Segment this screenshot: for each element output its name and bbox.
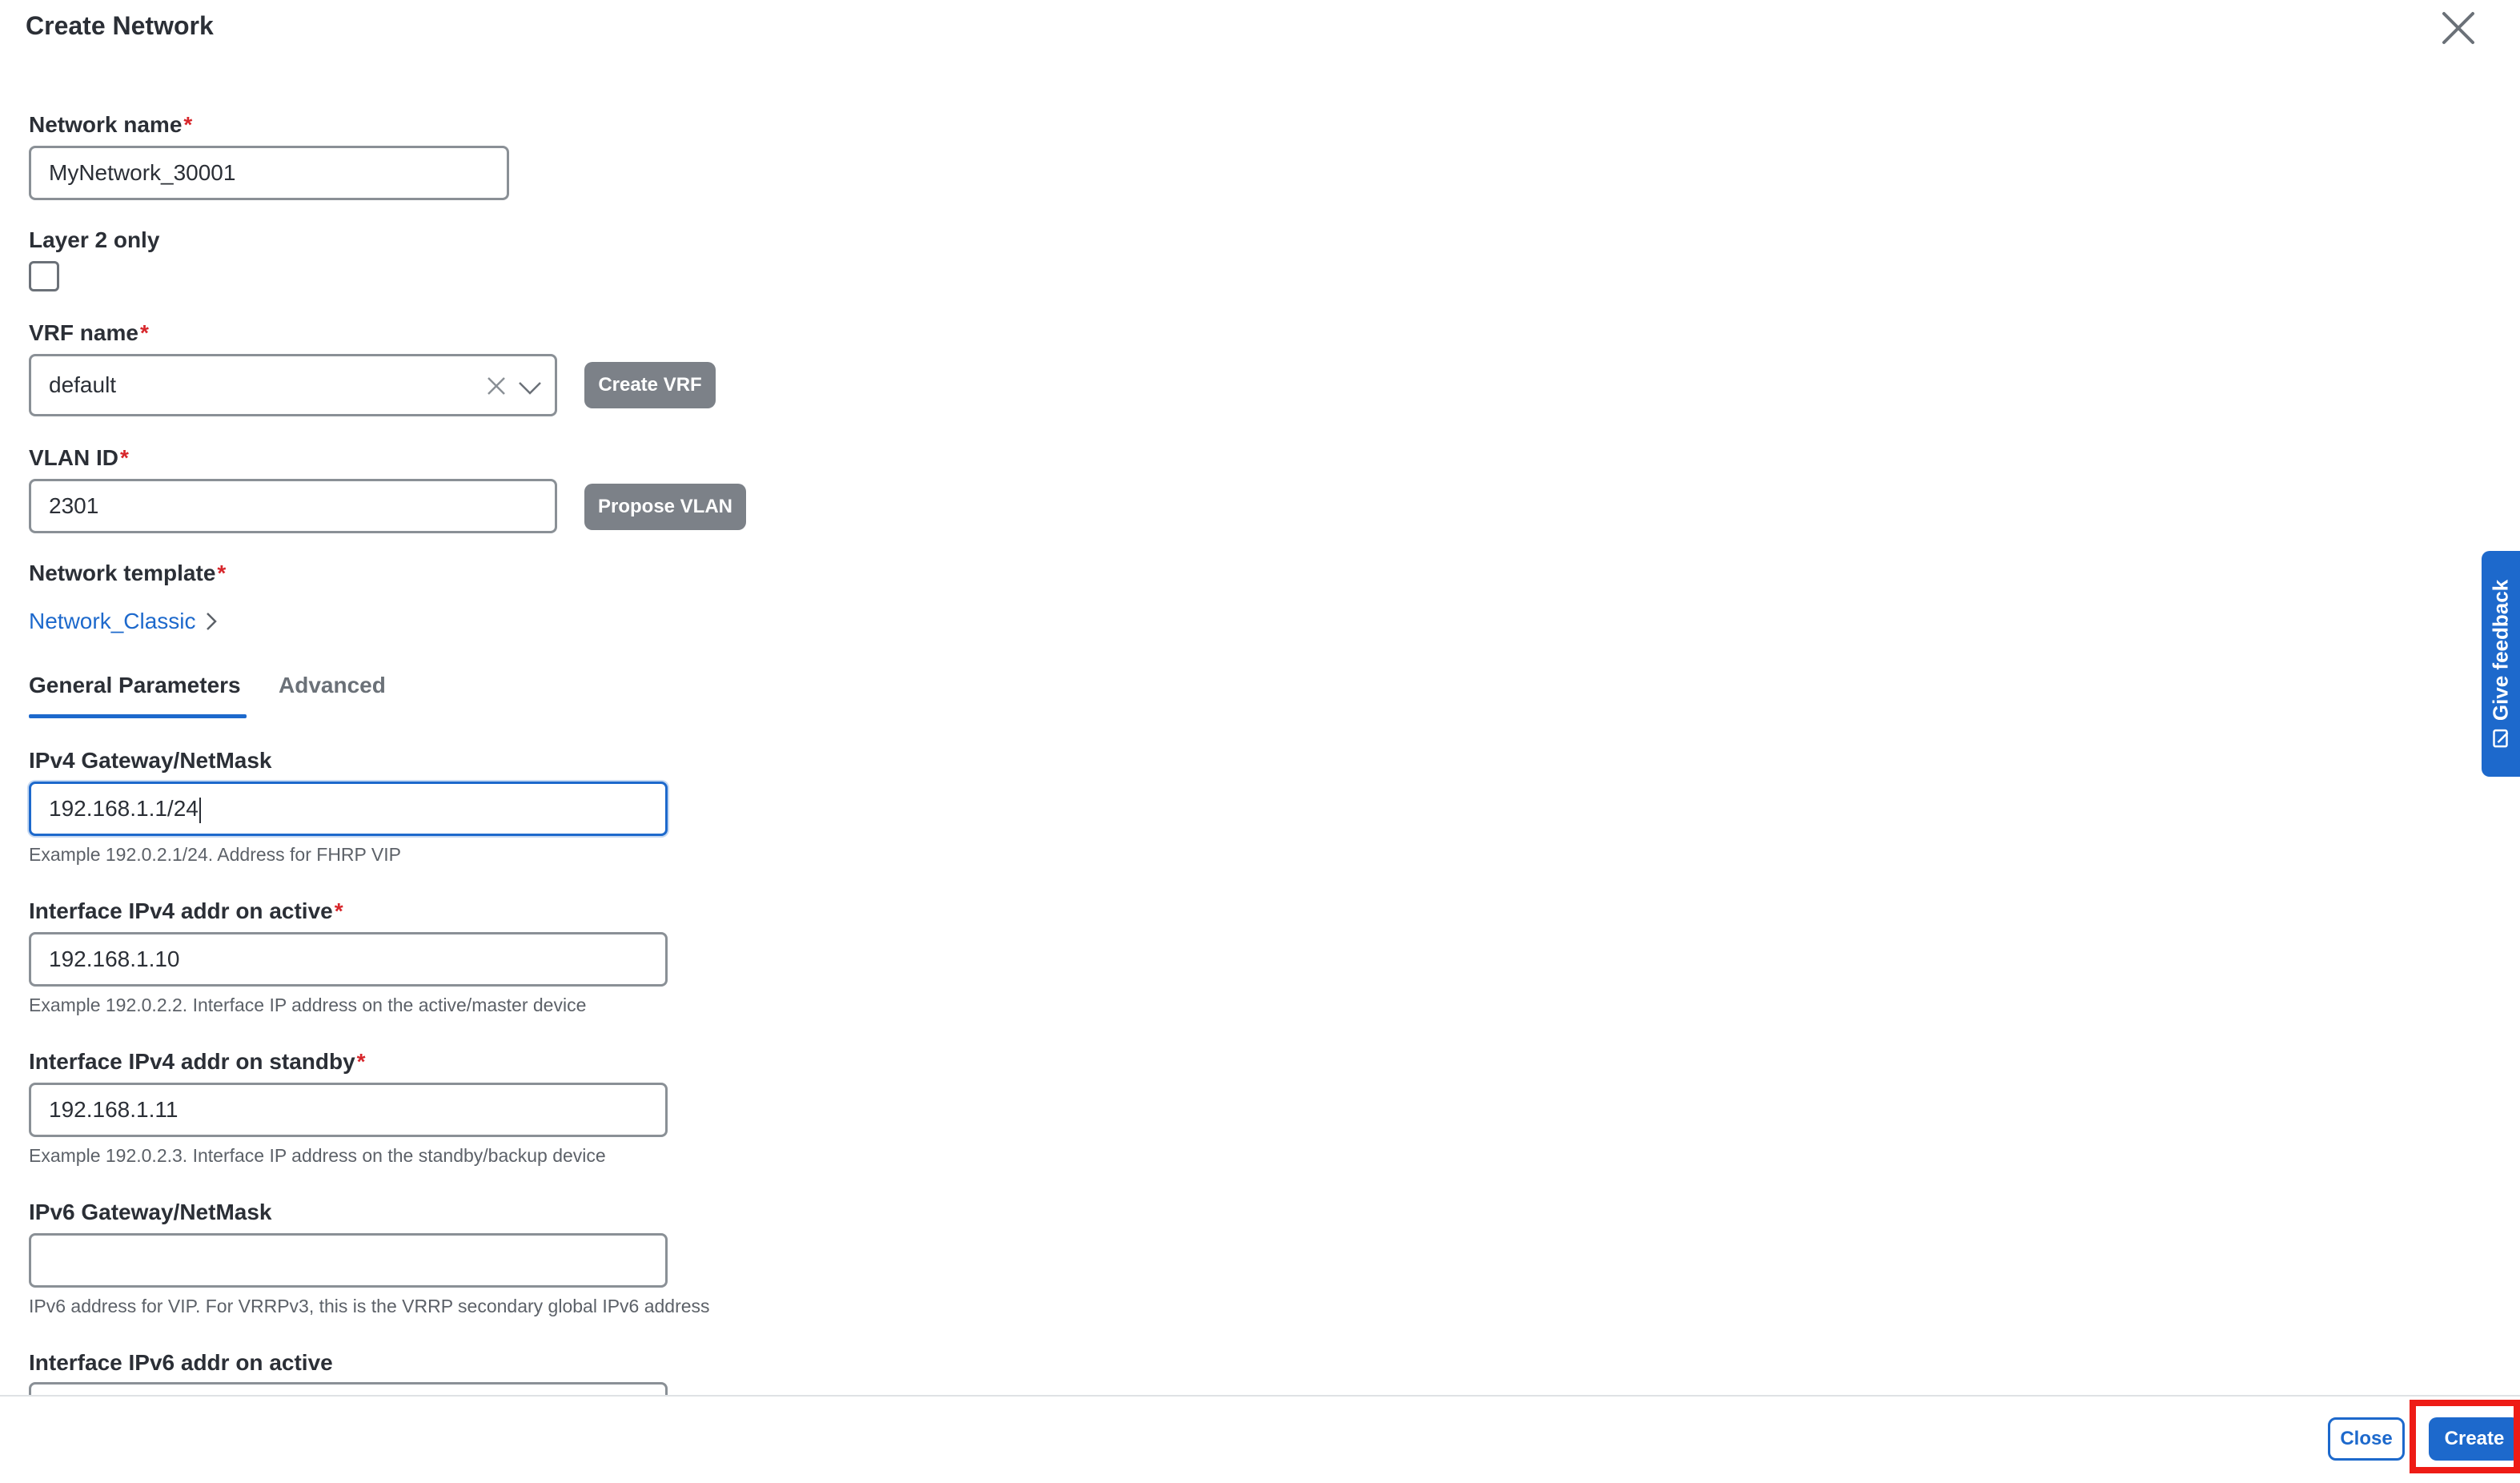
ipv4-gateway-helper: Example 192.0.2.1/24. Address for FHRP V… xyxy=(29,844,401,865)
ipv4-active-input[interactable]: 192.168.1.10 xyxy=(29,932,668,987)
required-mark: * xyxy=(334,898,343,923)
required-mark: * xyxy=(217,561,227,585)
network-name-input[interactable]: MyNetwork_30001 xyxy=(29,146,509,200)
vlan-id-label: VLAN ID* xyxy=(29,445,129,470)
ipv6-gateway-label: IPv6 Gateway/NetMask xyxy=(29,1200,272,1224)
required-mark: * xyxy=(139,320,149,345)
vrf-name-value: default xyxy=(49,372,117,397)
chevron-right-icon xyxy=(206,613,217,630)
ipv4-gateway-label: IPv4 Gateway/NetMask xyxy=(29,748,272,773)
vrf-name-label: VRF name* xyxy=(29,320,149,345)
layer2-only-label: Layer 2 only xyxy=(29,227,160,252)
create-button[interactable]: Create xyxy=(2429,1417,2520,1461)
dialog-footer xyxy=(0,1395,2520,1483)
vlan-id-input[interactable]: 2301 xyxy=(29,479,557,533)
ipv6-active-label: Interface IPv6 addr on active xyxy=(29,1350,333,1375)
clear-icon[interactable] xyxy=(484,374,508,398)
close-button[interactable]: Close xyxy=(2328,1417,2405,1461)
close-icon[interactable] xyxy=(2438,8,2478,48)
vrf-name-select[interactable]: default xyxy=(29,354,557,416)
active-tab-indicator xyxy=(29,714,247,718)
feedback-icon xyxy=(2492,729,2508,748)
network-name-label: Network name* xyxy=(29,112,193,137)
required-mark: * xyxy=(120,445,129,470)
chevron-down-icon[interactable] xyxy=(516,376,544,400)
ipv4-gateway-input[interactable]: 192.168.1.1/24 xyxy=(29,782,668,836)
ipv4-active-label: Interface IPv4 addr on active* xyxy=(29,898,343,923)
tab-general-parameters[interactable]: General Parameters xyxy=(29,673,241,698)
required-mark: * xyxy=(183,112,193,137)
ipv6-gateway-helper: IPv6 address for VIP. For VRRPv3, this i… xyxy=(29,1296,710,1316)
required-mark: * xyxy=(356,1049,366,1074)
text-caret xyxy=(199,797,201,823)
ipv4-standby-helper: Example 192.0.2.3. Interface IP address … xyxy=(29,1145,606,1166)
network-template-label: Network template* xyxy=(29,561,227,585)
network-template-link[interactable]: Network_Classic xyxy=(29,609,219,634)
give-feedback-tab[interactable]: Give feedback xyxy=(2482,551,2520,777)
ipv4-active-helper: Example 192.0.2.2. Interface IP address … xyxy=(29,995,587,1015)
layer2-only-checkbox[interactable] xyxy=(29,261,59,291)
dialog-title: Create Network xyxy=(26,11,214,40)
create-network-dialog: Create Network Network name* MyNetwork_3… xyxy=(0,0,2520,1483)
ipv4-standby-label: Interface IPv4 addr on standby* xyxy=(29,1049,366,1074)
tab-advanced[interactable]: Advanced xyxy=(279,673,386,698)
create-vrf-button[interactable]: Create VRF xyxy=(584,362,716,408)
ipv6-gateway-input[interactable] xyxy=(29,1233,668,1288)
give-feedback-label: Give feedback xyxy=(2488,579,2513,721)
ipv4-standby-input[interactable]: 192.168.1.11 xyxy=(29,1083,668,1137)
propose-vlan-button[interactable]: Propose VLAN xyxy=(584,484,746,530)
